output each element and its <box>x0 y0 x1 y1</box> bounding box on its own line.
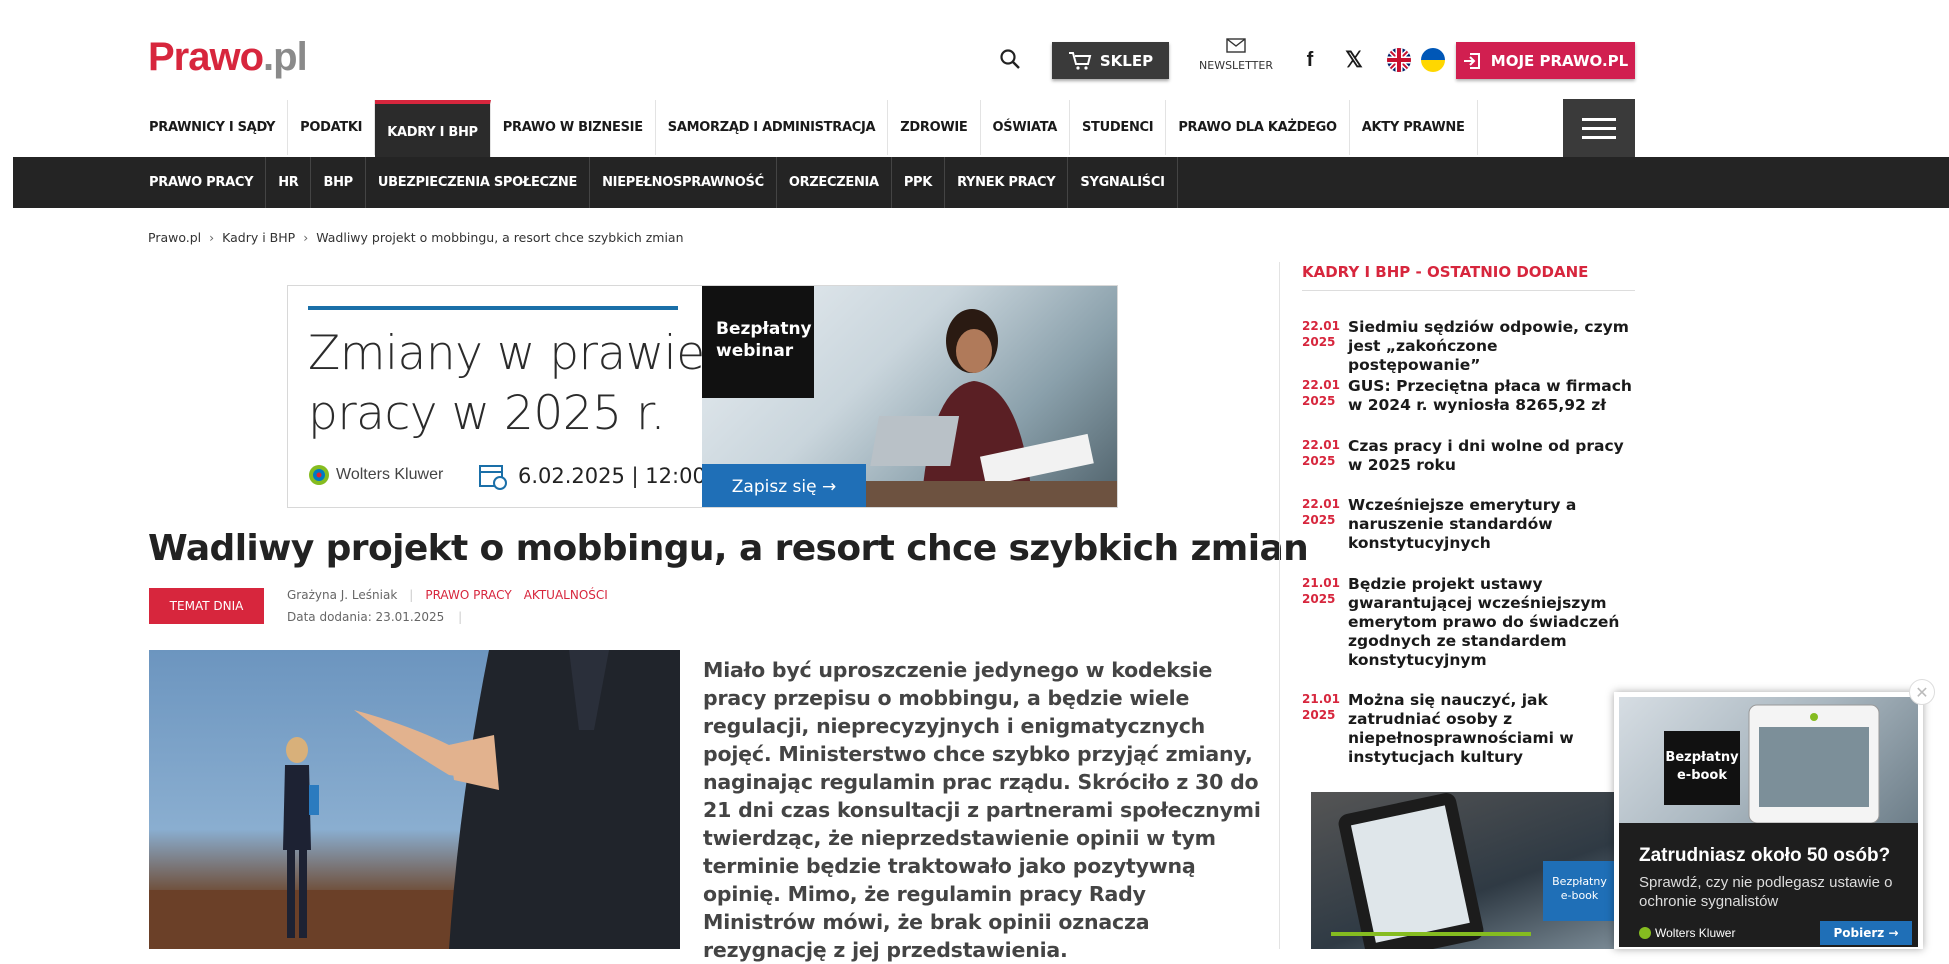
nav-item-prawo-dla-kazdego[interactable]: PRAWO DLA KAŻDEGO <box>1166 100 1350 155</box>
chevron-right-icon: › <box>303 230 309 245</box>
sub-nav: PRAWO PRACY HR BHP UBEZPIECZENIA SPOŁECZ… <box>137 157 1178 208</box>
meta-divider: | <box>409 588 414 602</box>
popup-badge: Bezpłatny e-book <box>1664 731 1740 805</box>
moje-label: MOJE PRAWO.PL <box>1490 51 1629 70</box>
subnav-item-bhp[interactable]: BHP <box>311 157 366 208</box>
nav-item-studenci[interactable]: STUDENCI <box>1070 100 1167 155</box>
subnav-item-orzeczenia[interactable]: ORZECZENIA <box>777 157 892 208</box>
subnav-item-niepelnosprawnosc[interactable]: NIEPEŁNOSPRAWNOŚĆ <box>590 157 777 208</box>
article-category-link[interactable]: PRAWO PRACY <box>425 588 511 602</box>
article-author[interactable]: Grażyna J. Leśniak <box>287 588 397 602</box>
nav-item-zdrowie[interactable]: ZDROWIE <box>888 100 981 155</box>
subnav-item-sygnalisci[interactable]: SYGNALIŚCI <box>1068 157 1178 208</box>
nav-item-prawo-w-biznesie[interactable]: PRAWO W BIZNESIE <box>491 100 656 155</box>
banner-headline: Zmiany w prawie pracy w 2025 r. <box>308 326 705 441</box>
banner-date: 6.02.2025 | 12:00 <box>478 462 706 490</box>
calendar-icon <box>479 465 507 490</box>
nav-item-podatki[interactable]: PODATKI <box>288 100 376 155</box>
article-image <box>149 650 680 949</box>
banner-brand: Wolters Kluwer <box>308 464 443 486</box>
article-title: Wadliwy projekt o mobbingu, a resort chc… <box>148 528 1309 569</box>
banner-badge: Bezpłatny webinar <box>702 286 814 398</box>
sidebar-news-item[interactable]: 22.01 2025 Wcześniejsze emerytury a narus… <box>1302 496 1632 553</box>
uk-flag-icon[interactable] <box>1387 48 1411 72</box>
shop-label: SKLEP <box>1099 51 1154 70</box>
sidebar-news-item[interactable]: 22.01 2025 GUS: Przeciętna płaca w firmac… <box>1302 377 1632 415</box>
wolters-kluwer-logo-icon <box>1639 927 1651 939</box>
envelope-icon <box>1226 38 1246 53</box>
subnav-item-prawo-pracy[interactable]: PRAWO PRACY <box>137 157 267 208</box>
ukraine-flag-icon[interactable] <box>1421 48 1445 72</box>
nav-item-kadry-bhp[interactable]: KADRY I BHP <box>375 100 491 157</box>
wolters-kluwer-logo-icon <box>309 465 329 485</box>
webinar-banner-ad[interactable]: Zmiany w prawie pracy w 2025 r. Wolters … <box>287 285 1118 508</box>
main-nav: PRAWNICY I SĄDY PODATKI KADRY I BHP PRAW… <box>137 100 1478 157</box>
article-category-link[interactable]: AKTUALNOŚCI <box>524 588 608 602</box>
subnav-item-rynek-pracy[interactable]: RYNEK PRACY <box>945 157 1069 208</box>
newsletter-button[interactable]: NEWSLETTER <box>1196 38 1276 72</box>
subnav-item-hr[interactable]: HR <box>266 157 312 208</box>
newsletter-label: NEWSLETTER <box>1199 59 1273 72</box>
banner-signup-button[interactable]: Zapisz się → <box>702 464 866 507</box>
popup-heading: Zatrudniasz około 50 osób? <box>1639 845 1891 866</box>
meta-divider: | <box>458 610 463 624</box>
moje-prawo-button[interactable]: MOJE PRAWO.PL <box>1456 42 1635 79</box>
search-icon[interactable] <box>996 44 1024 74</box>
breadcrumb: Prawo.pl › Kadry i BHP › Wadliwy projekt… <box>148 230 684 245</box>
sidebar-ebook-ad[interactable]: Bezpłatny e-book <box>1311 792 1616 949</box>
breadcrumb-current: Wadliwy projekt o mobbingu, a resort chc… <box>316 230 684 245</box>
sidebar-news-item[interactable]: 22.01 2025 Czas pracy i dni wolne od prac… <box>1302 437 1632 475</box>
x-twitter-icon[interactable]: 𝕏 <box>1340 46 1368 74</box>
popup-brand: Wolters Kluwer <box>1639 926 1735 940</box>
ebook-popup-ad[interactable]: Bezpłatny e-book Zatrudniasz około 50 osó… <box>1614 692 1923 949</box>
popup-panel: Zatrudniasz około 50 osób? Sprawdź, czy … <box>1619 823 1918 947</box>
breadcrumb-home[interactable]: Prawo.pl <box>148 230 201 245</box>
sidebar-heading: KADRY I BHP - OSTATNIO DODANE <box>1302 263 1635 291</box>
sidebar-news-item[interactable]: 22.01 2025 Siedmiu sędziów odpowie, czym … <box>1302 318 1632 375</box>
nav-item-samorzad[interactable]: SAMORZĄD I ADMINISTRACJA <box>656 100 889 155</box>
sidebar-ad-badge: Bezpłatny e-book <box>1543 861 1616 921</box>
shop-button[interactable]: SKLEP <box>1052 42 1169 79</box>
nav-item-akty-prawne[interactable]: AKTY PRAWNE <box>1350 100 1478 155</box>
sidebar-divider <box>1279 262 1280 949</box>
banner-accent-line <box>308 306 678 310</box>
subnav-item-ppk[interactable]: PPK <box>892 157 946 208</box>
facebook-icon[interactable]: f <box>1296 46 1324 74</box>
article-meta: Grażyna J. Leśniak | PRAWO PRACY AKTUALN… <box>287 588 608 602</box>
nav-item-oswiata[interactable]: OŚWIATA <box>981 100 1070 155</box>
popup-text: Sprawdź, czy nie podlegasz ustawie o och… <box>1639 874 1893 910</box>
article-lead: Miało być uproszczenie jedynego w kodeks… <box>703 658 1261 962</box>
login-icon <box>1463 52 1480 69</box>
topic-badge[interactable]: TEMAT DNIA <box>149 588 264 624</box>
article-date: Data dodania: 23.01.2025 | <box>287 610 463 624</box>
sidebar-news-item[interactable]: 21.01 2025 Będzie projekt ustawy gwarantu… <box>1302 575 1632 670</box>
chevron-right-icon: › <box>209 230 215 245</box>
popup-download-button[interactable]: Pobierz → <box>1820 921 1912 945</box>
hamburger-menu-icon[interactable] <box>1563 99 1635 157</box>
cart-icon <box>1068 51 1092 70</box>
site-logo[interactable]: Prawo.pl <box>148 34 308 80</box>
breadcrumb-section[interactable]: Kadry i BHP <box>222 230 295 245</box>
close-icon[interactable]: ✕ <box>1909 679 1935 705</box>
sidebar-news-item[interactable]: 21.01 2025 Można się nauczyć, jak zatrudn… <box>1302 691 1632 767</box>
nav-item-prawnicy[interactable]: PRAWNICY I SĄDY <box>137 100 289 155</box>
subnav-item-ubezpieczenia[interactable]: UBEZPIECZENIA SPOŁECZNE <box>366 157 591 208</box>
